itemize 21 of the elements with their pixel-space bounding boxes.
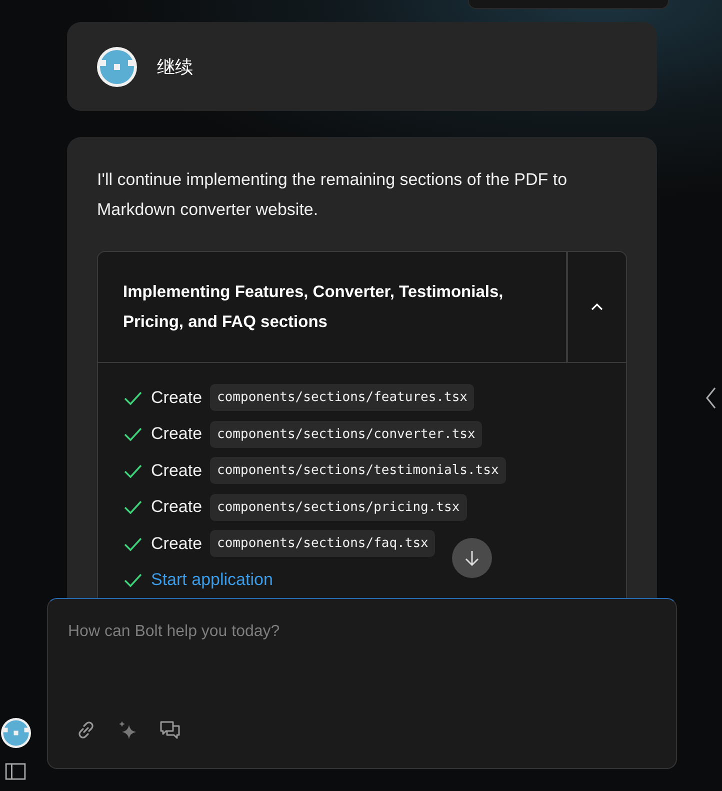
file-path: components/sections/pricing.tsx bbox=[210, 494, 467, 521]
step-label: Create bbox=[151, 388, 202, 408]
step-label: Create bbox=[151, 497, 202, 518]
avatar-icon bbox=[97, 46, 137, 86]
file-path: components/sections/testimonials.tsx bbox=[210, 457, 506, 484]
step-label: Create bbox=[151, 424, 202, 444]
avatar-icon[interactable] bbox=[1, 718, 31, 748]
sidebar-icon[interactable] bbox=[5, 763, 26, 780]
file-path: components/sections/faq.tsx bbox=[210, 530, 436, 558]
chevron-left-icon[interactable] bbox=[705, 386, 717, 410]
prompt-input[interactable]: How can Bolt help you today? bbox=[68, 619, 656, 718]
step-label: Create bbox=[151, 460, 202, 481]
user-message-text: 继续 bbox=[157, 56, 193, 78]
arrow-down-icon[interactable] bbox=[463, 549, 481, 567]
file-path: components/sections/converter.tsx bbox=[210, 420, 482, 448]
command-label: Start application bbox=[151, 570, 273, 590]
action-title: Implementing Features, Converter, Testimonials, Pricing, and FAQ sections bbox=[98, 252, 568, 362]
file-path: components/sections/features.tsx bbox=[210, 384, 474, 412]
prompt-field[interactable]: How can Bolt help you today? bbox=[47, 598, 677, 769]
assistant-message-text: I'll continue implementing the remaining sections of the PDF to Markdown converter website. bbox=[97, 169, 568, 221]
step-label: Create bbox=[151, 534, 202, 554]
